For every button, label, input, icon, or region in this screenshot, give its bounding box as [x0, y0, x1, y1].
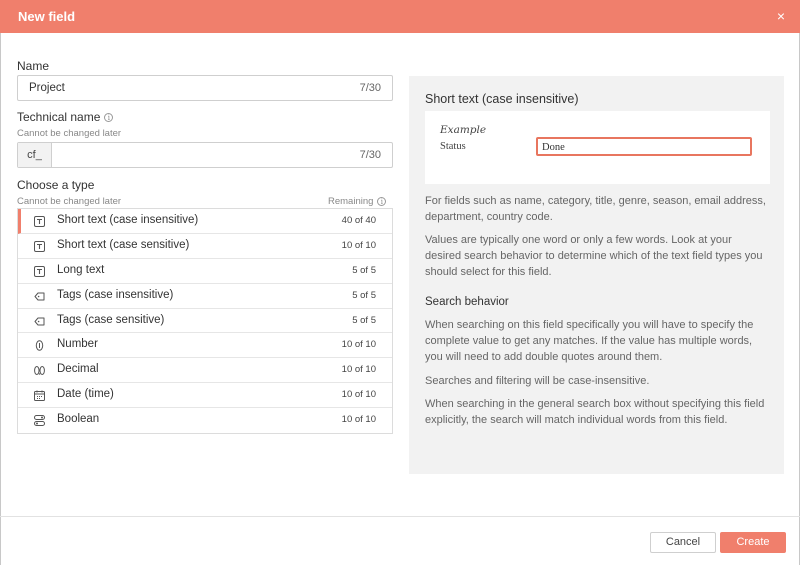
type-option-label: Tags (case insensitive): [57, 288, 174, 301]
type-list: Short text (case insensitive) 40 of 40 S…: [17, 208, 393, 435]
tag-icon: [34, 317, 45, 326]
type-option-remaining: 5 of 5: [352, 314, 376, 326]
number-icon: [35, 340, 44, 352]
name-input-value: Project: [29, 82, 65, 94]
cancel-button[interactable]: Cancel: [650, 532, 716, 553]
type-option-tags-insensitive[interactable]: Tags (case insensitive) 5 of 5: [18, 284, 392, 309]
decimal-icon: [34, 366, 45, 376]
search-behavior-title: Search behavior: [425, 296, 509, 308]
type-option-label: Long text: [57, 263, 105, 276]
type-option-number[interactable]: Number 10 of 10: [18, 333, 392, 359]
example-label: Example: [440, 124, 487, 136]
type-option-remaining: 10 of 10: [341, 364, 376, 376]
type-option-label: Date (time): [57, 388, 114, 401]
type-option-label: Short text (case sensitive): [57, 238, 190, 251]
example-box: Example Status Done: [425, 111, 770, 184]
type-label: Choose a type: [17, 178, 95, 192]
footer-divider: [0, 516, 800, 517]
type-option-boolean[interactable]: Boolean 10 of 10: [18, 408, 392, 433]
type-option-short-text-sensitive[interactable]: Short text (case sensitive) 10 of 10: [18, 234, 392, 259]
technical-name-label-text: Technical name: [17, 110, 101, 124]
name-char-count: 7/30: [359, 82, 381, 94]
technical-name-hint: Cannot be changed later: [17, 128, 122, 139]
panel-title: Short text (case insensitive): [425, 92, 579, 106]
type-option-label: Short text (case insensitive): [57, 214, 199, 226]
info-icon[interactable]: i: [377, 196, 387, 206]
example-input: Done: [536, 137, 752, 156]
text-icon: [34, 265, 45, 277]
type-option-remaining: 10 of 10: [341, 414, 376, 426]
type-option-date-time[interactable]: Date (time) 10 of 10: [18, 383, 392, 409]
search-behavior-case: Searches and filtering will be case-inse…: [425, 375, 650, 387]
type-option-decimal[interactable]: Decimal 10 of 10: [18, 358, 392, 384]
technical-name-input[interactable]: cf_ 7/30: [17, 142, 393, 168]
example-field-label: Status: [440, 141, 466, 152]
type-option-remaining: 10 of 10: [341, 339, 376, 351]
type-option-remaining: 10 of 10: [341, 239, 376, 251]
dialog-header: New field ×: [0, 0, 800, 33]
technical-name-prefix: cf_: [18, 143, 52, 167]
panel-description-usage: For fields such as name, category, title…: [425, 195, 766, 223]
search-behavior-general: When searching in the general search box…: [425, 398, 765, 426]
type-option-label: Boolean: [57, 413, 100, 426]
name-label: Name: [17, 59, 50, 73]
type-option-label: Tags (case sensitive): [57, 313, 165, 326]
calendar-icon: [34, 390, 45, 402]
dialog-title: New field: [18, 9, 76, 24]
close-icon: ×: [776, 8, 786, 24]
type-option-remaining: 40 of 40: [341, 215, 376, 226]
close-button[interactable]: ×: [772, 7, 790, 25]
info-icon[interactable]: i: [104, 113, 114, 123]
type-option-tags-sensitive[interactable]: Tags (case sensitive) 5 of 5: [18, 309, 392, 334]
type-option-remaining: 5 of 5: [352, 289, 376, 301]
type-option-long-text[interactable]: Long text 5 of 5: [18, 259, 392, 284]
type-option-remaining: 5 of 5: [352, 264, 376, 276]
type-option-short-text-insensitive[interactable]: Short text (case insensitive) 40 of 40: [18, 209, 392, 234]
technical-name-char-count: 7/30: [359, 149, 381, 161]
text-icon: [34, 216, 45, 227]
toggle-icon: [34, 415, 45, 427]
technical-name-label: Technical name i: [17, 110, 114, 124]
type-option-label: Decimal: [57, 363, 99, 376]
type-hint: Cannot be changed later: [17, 196, 122, 207]
text-icon: [34, 240, 45, 252]
type-option-remaining: 10 of 10: [341, 389, 376, 401]
remaining-label: Remaining: [328, 196, 374, 207]
tag-icon: [34, 292, 45, 301]
remaining-header: Remaining i: [328, 196, 387, 207]
type-option-label: Number: [57, 338, 98, 351]
type-description-panel: Short text (case insensitive) Example St…: [409, 76, 784, 474]
create-button[interactable]: Create: [720, 532, 786, 553]
panel-description-values: Values are typically one word or only a …: [425, 234, 763, 278]
name-input[interactable]: Project 7/30: [17, 75, 393, 101]
search-behavior-specific: When searching on this field specificall…: [425, 319, 754, 363]
